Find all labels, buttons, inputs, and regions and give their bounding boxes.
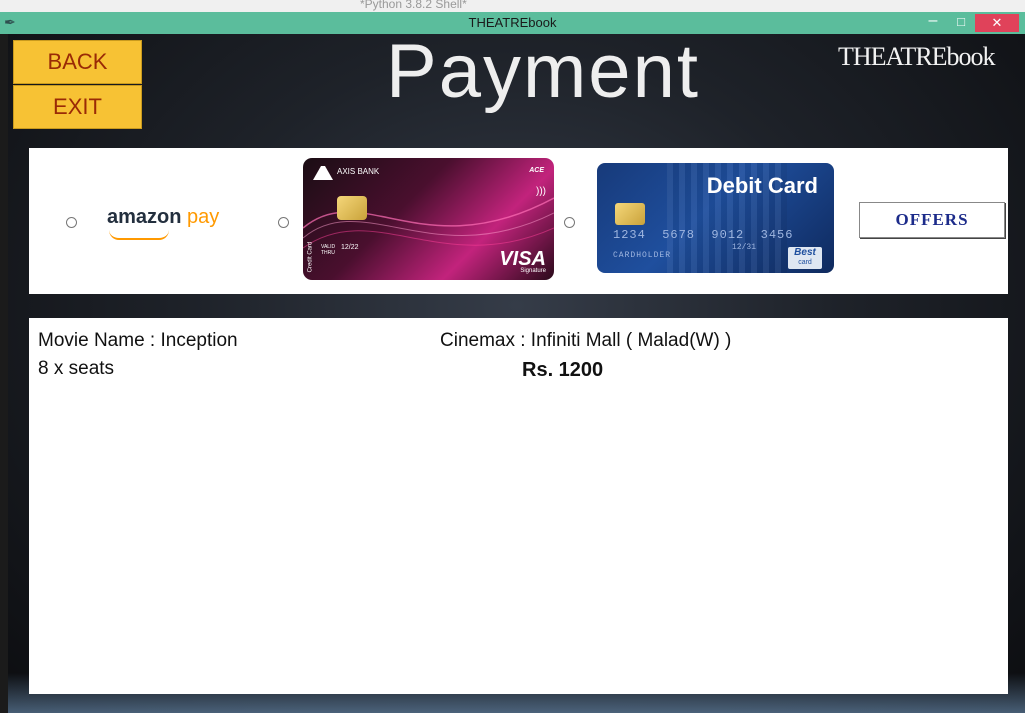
minimize-icon: –	[928, 12, 938, 29]
card-chip-icon	[337, 196, 367, 220]
axis-card-variant: ACE	[529, 167, 544, 174]
best-card-badge: Best card	[788, 247, 822, 269]
minimize-button[interactable]: –	[920, 12, 946, 34]
maximize-icon: □	[957, 14, 965, 29]
cardholder-label: CARDHOLDER	[613, 251, 672, 260]
background-window-titlebar: *Python 3.8.2 Shell*	[0, 0, 1025, 12]
cinema-name: Cinemax : Infiniti Mall ( Malad(W) )	[440, 330, 732, 351]
background-window-title: *Python 3.8.2 Shell*	[360, 0, 467, 11]
close-button[interactable]: ✕	[975, 14, 1019, 32]
seat-count: 8 x seats	[38, 358, 115, 379]
offers-button[interactable]: OFFERS	[859, 202, 1005, 238]
booking-summary-panel: Movie Name : Inception Cinemax : Infinit…	[29, 318, 1008, 694]
debit-card-title: Debit Card	[706, 173, 818, 198]
movie-name: Movie Name : Inception	[38, 330, 238, 351]
exit-button[interactable]: EXIT	[13, 85, 142, 129]
brand-logo: THEATREbook	[838, 42, 996, 71]
amazon-pay-text-b: pay	[187, 206, 220, 228]
amazon-pay-logo: amazon pay	[107, 206, 219, 229]
amazon-smile-icon	[109, 230, 169, 240]
best-card-badge-top: Best	[794, 247, 816, 258]
valid-thru-label: VALID THRU	[321, 244, 336, 256]
axis-bank-name: AXIS BANK	[337, 167, 380, 176]
window-titlebar[interactable]: ✒ THEATREbook – □ ✕	[0, 12, 1025, 34]
app-window: BACK EXIT Payment THEATREbook amazon pay…	[8, 34, 1025, 713]
window-title: THEATREbook	[468, 15, 557, 30]
visa-signature-label: Signature	[520, 268, 546, 274]
card-chip-icon	[615, 203, 645, 225]
maximize-button[interactable]: □	[948, 12, 974, 34]
total-price: Rs. 1200	[522, 359, 604, 381]
card-number: 1234 5678 9012 3456	[613, 228, 794, 242]
debit-card-image[interactable]: Debit Card 1234 5678 9012 3456 CARDHOLDE…	[597, 163, 834, 273]
amazon-pay-text-a: amazon	[107, 206, 182, 228]
card-expiry: 12/31	[732, 243, 757, 252]
payment-options-panel: amazon pay AXIS BANK ACE ))) Credit Card…	[29, 148, 1008, 294]
valid-thru-date: 12/22	[341, 244, 359, 251]
amazon-pay-radio[interactable]	[66, 217, 77, 228]
page-title: Payment	[386, 34, 700, 114]
contactless-icon: )))	[536, 186, 546, 197]
back-button[interactable]: BACK	[13, 40, 142, 84]
axis-credit-card-image[interactable]: AXIS BANK ACE ))) Credit Card VALID THRU…	[303, 158, 554, 280]
debit-card-radio[interactable]	[564, 217, 575, 228]
best-card-badge-bottom: card	[798, 259, 812, 266]
close-icon: ✕	[991, 15, 1003, 30]
credit-card-label: Credit Card	[307, 241, 314, 273]
axis-bank-logo-icon	[313, 166, 333, 185]
axis-card-radio[interactable]	[278, 217, 289, 228]
